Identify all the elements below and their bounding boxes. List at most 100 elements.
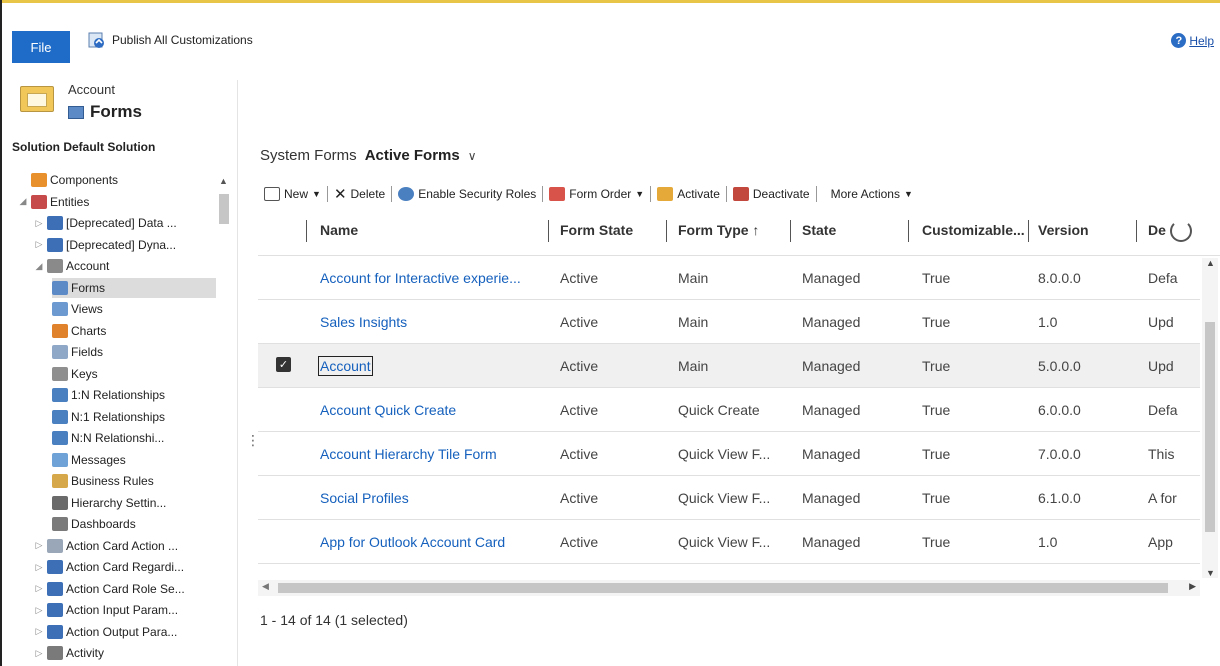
sidebar-scrollbar[interactable]: ▲	[218, 176, 230, 666]
window-left-border	[0, 0, 2, 666]
column-header[interactable]: State	[802, 222, 836, 238]
column-header[interactable]: Name	[320, 222, 358, 238]
activate-button[interactable]: Activate	[651, 183, 726, 205]
scroll-up-icon[interactable]: ▲	[219, 176, 228, 186]
grid-header: Name Form State Form Type ↑ State Customizab…	[258, 208, 1220, 256]
column-header[interactable]: Form State	[560, 222, 633, 238]
tree-node-label: Keys	[71, 366, 98, 381]
tree-node[interactable]: ▷ Activity	[34, 643, 104, 663]
column-header[interactable]: Form Type ↑	[678, 222, 759, 238]
activity-icon	[47, 646, 63, 660]
form-order-button[interactable]: Form Order ▼	[543, 183, 650, 205]
tree-node[interactable]: Forms	[52, 277, 216, 298]
view-selector[interactable]: Active Forms	[365, 147, 460, 164]
expand-toggle-icon[interactable]: ▷	[34, 626, 44, 637]
tree-node[interactable]: Components	[18, 170, 118, 190]
table-row[interactable]: Account for Interactive experie... Active…	[258, 256, 1200, 300]
form-name-link[interactable]: Social Profiles	[320, 490, 409, 506]
tree-node-label: Activity	[66, 646, 105, 660]
row-checkbox[interactable]: ✓	[276, 357, 291, 372]
table-row[interactable]: App for Outlook Account Card Active Quick …	[258, 520, 1200, 564]
table-cell: Active	[560, 490, 599, 506]
column-separator[interactable]	[306, 220, 307, 242]
tree-node[interactable]: Fields	[52, 342, 103, 362]
column-header[interactable]: De	[1148, 222, 1166, 238]
tree-node[interactable]: Business Rules	[52, 471, 154, 491]
table-row[interactable]: Sales Insights Active Main Managed True 1.0 Up…	[258, 300, 1200, 344]
refresh-icon[interactable]	[1170, 220, 1192, 242]
file-button[interactable]: File	[12, 31, 70, 63]
expand-toggle-icon[interactable]: ▷	[34, 239, 44, 250]
tree-node-label: Fields	[71, 345, 104, 359]
expand-toggle-icon[interactable]: ▷	[34, 605, 44, 616]
table-cell: True	[922, 490, 951, 506]
expand-toggle-icon[interactable]: ◢	[34, 261, 44, 272]
new-button[interactable]: New ▼	[258, 183, 327, 205]
delete-button[interactable]: ✕ Delete	[328, 183, 391, 205]
tree-node-label: Views	[71, 302, 103, 316]
scroll-right-icon[interactable]: ▶	[1189, 581, 1196, 592]
tree-node[interactable]: Messages	[52, 450, 126, 470]
tree-node[interactable]: Charts	[52, 321, 106, 341]
grid-hscroll-thumb[interactable]	[278, 583, 1168, 593]
form-name-link[interactable]: Account Quick Create	[320, 402, 456, 418]
tree-node[interactable]: ▷ [Deprecated] Dyna...	[34, 235, 176, 255]
scroll-up-icon[interactable]: ▲	[1206, 258, 1215, 268]
enable-security-roles-button[interactable]: Enable Security Roles	[392, 183, 542, 205]
form-name-link[interactable]: App for Outlook Account Card	[320, 534, 505, 550]
tree-node[interactable]: ▷ Action Card Action ...	[34, 536, 178, 556]
tree-node-label: Action Card Action ...	[66, 538, 179, 553]
column-separator[interactable]	[666, 220, 667, 242]
grid-vertical-scrollbar[interactable]: ▲ ▼	[1202, 258, 1218, 578]
tree-node[interactable]: 1:N Relationships	[52, 385, 165, 405]
form-name-link[interactable]: Account	[318, 356, 373, 376]
expand-toggle-icon[interactable]: ◢	[18, 196, 28, 207]
table-row[interactable]: Social Profiles Active Quick View F... Mana…	[258, 476, 1200, 520]
form-name-link[interactable]: Account for Interactive experie...	[320, 270, 521, 286]
tree-node[interactable]: ▷ Action Card Regardi...	[34, 557, 184, 577]
grid-vscroll-thumb[interactable]	[1205, 322, 1215, 532]
sidebar-scroll-thumb[interactable]	[219, 194, 229, 224]
expand-toggle-icon[interactable]: ▷	[34, 562, 44, 573]
tree-node[interactable]: ▷ Action Card Role Se...	[34, 579, 185, 599]
table-cell: Managed	[802, 314, 861, 330]
grid-horizontal-scrollbar[interactable]: ◀ ▶	[258, 580, 1200, 596]
column-header[interactable]: Customizable...	[922, 222, 1025, 238]
expand-toggle-icon[interactable]: ▷	[34, 218, 44, 229]
tree-node-label: 1:N Relationships	[71, 388, 166, 402]
column-separator[interactable]	[908, 220, 909, 242]
expand-toggle-icon[interactable]: ▷	[34, 648, 44, 659]
tree-node[interactable]: Hierarchy Settin...	[52, 493, 166, 513]
tree-node[interactable]: N:N Relationshi...	[52, 428, 164, 448]
expand-toggle-icon[interactable]: ▷	[34, 540, 44, 551]
tree-node[interactable]: N:1 Relationships	[52, 407, 165, 427]
more-actions-button[interactable]: More Actions ▼	[817, 183, 919, 205]
table-row[interactable]: Account Quick Create Active Quick Create Ma…	[258, 388, 1200, 432]
tree-node[interactable]: Dashboards	[52, 514, 136, 534]
scroll-down-icon[interactable]: ▼	[1206, 568, 1215, 578]
tree-node[interactable]: ▷ Action Output Para...	[34, 622, 177, 642]
command-bar: New ▼ ✕ Delete Enable Security Roles For…	[258, 180, 1220, 208]
column-header[interactable]: Version	[1038, 222, 1089, 238]
scroll-left-icon[interactable]: ◀	[262, 581, 269, 592]
help-button[interactable]: ? Help	[1171, 33, 1214, 48]
tree-node[interactable]: Keys	[52, 364, 98, 384]
column-separator[interactable]	[1136, 220, 1137, 242]
column-separator[interactable]	[790, 220, 791, 242]
tree-node[interactable]: ◢ Account	[34, 256, 109, 276]
table-row[interactable]: Account Hierarchy Tile Form Active Quick V…	[258, 432, 1200, 476]
column-separator[interactable]	[548, 220, 549, 242]
expand-toggle-icon[interactable]: ▷	[34, 583, 44, 594]
table-cell: 1.0	[1038, 534, 1058, 550]
column-separator[interactable]	[1028, 220, 1029, 242]
tree-node[interactable]: ▷ Action Input Param...	[34, 600, 178, 620]
publish-all-button[interactable]: Publish All Customizations	[88, 31, 253, 49]
form-name-link[interactable]: Account Hierarchy Tile Form	[320, 446, 497, 462]
tree-node[interactable]: Views	[52, 299, 103, 319]
deactivate-button[interactable]: Deactivate	[727, 183, 816, 205]
tree-node[interactable]: ▷ [Deprecated] Data ...	[34, 213, 177, 233]
view-chevron-icon[interactable]: ∨	[468, 149, 477, 163]
tree-node[interactable]: ◢ Entities	[18, 192, 89, 212]
table-row[interactable]: ✓ Account Active Main Managed True 5.0.0.0 Upd	[258, 344, 1200, 388]
form-name-link[interactable]: Sales Insights	[320, 314, 407, 330]
